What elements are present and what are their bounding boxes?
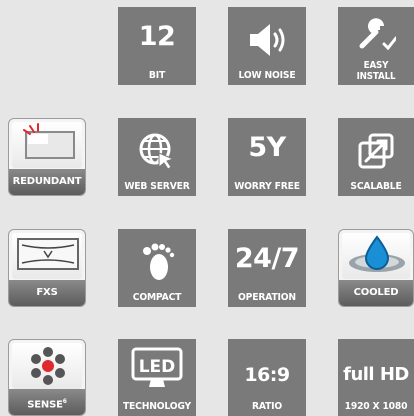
badge-fxs: FXS [8, 229, 86, 307]
sense-label-sup: 6 [62, 398, 67, 405]
ratio-label: RATIO [251, 401, 283, 412]
technology-label: TECHNOLOGY [122, 401, 192, 412]
worry-free-value: 5Y [248, 132, 286, 163]
speaker-icon [228, 17, 306, 63]
fxs-frame-icon [12, 233, 82, 279]
tile-easy-install: EASY INSTALL [338, 7, 414, 85]
low-noise-label: LOW NOISE [238, 70, 296, 81]
led-monitor-icon: LED [118, 345, 196, 391]
tile-12-bit: 12 BIT [118, 7, 196, 85]
tile-compact: COMPACT [118, 229, 196, 307]
scalable-label: SCALABLE [350, 181, 402, 192]
expand-arrow-icon [338, 128, 414, 174]
full-hd-value: full HD [343, 364, 409, 385]
full-hd-label: 1920 X 1080 [344, 401, 408, 412]
compact-label: COMPACT [132, 292, 182, 303]
tile-operation: 24/7 OPERATION [228, 229, 306, 307]
tile-web-server: WEB SERVER [118, 118, 196, 196]
easy-install-label-1: EASY [363, 60, 389, 71]
bit-label: BIT [148, 70, 166, 81]
easy-install-label-2: INSTALL [356, 71, 396, 82]
sense-label-text: SENSE [27, 399, 63, 411]
badge-redundant: REDUNDANT [8, 118, 86, 196]
tile-ratio: 16:9 RATIO [228, 339, 306, 416]
operation-value: 24/7 [234, 243, 300, 274]
globe-cursor-icon [118, 128, 196, 174]
fxs-label: FXS [9, 280, 85, 306]
wrench-icon [338, 13, 414, 55]
tile-scalable: SCALABLE [338, 118, 414, 196]
water-drop-icon [342, 233, 410, 279]
tile-led-technology: LED TECHNOLOGY [118, 339, 196, 416]
web-server-label: WEB SERVER [124, 181, 190, 192]
redundant-label: REDUNDANT [9, 169, 85, 195]
badge-cooled: COOLED [338, 229, 414, 307]
bit-value: 12 [138, 21, 176, 52]
sense-label: SENSE6 [9, 389, 85, 415]
ratio-value: 16:9 [244, 364, 290, 386]
badge-sense: SENSE6 [8, 339, 86, 416]
cooled-label: COOLED [339, 280, 413, 306]
worry-free-label: WORRY FREE [234, 181, 300, 192]
sensor-dots-icon [12, 343, 82, 389]
tile-full-hd: full HD 1920 X 1080 [338, 339, 414, 416]
footprint-icon [118, 239, 196, 285]
screen-icon [12, 122, 82, 168]
tile-low-noise: LOW NOISE [228, 7, 306, 85]
tile-worry-free: 5Y WORRY FREE [228, 118, 306, 196]
led-icon-text: LED [139, 357, 176, 377]
operation-label: OPERATION [238, 292, 296, 303]
